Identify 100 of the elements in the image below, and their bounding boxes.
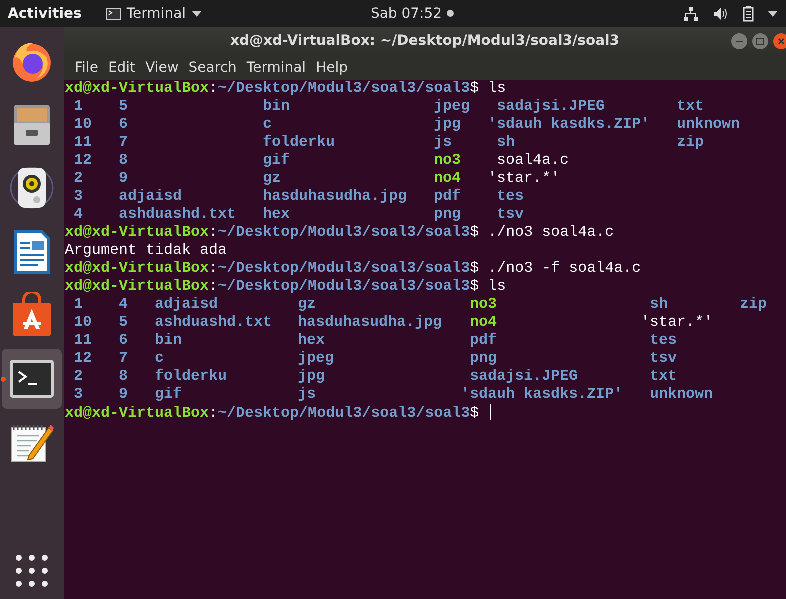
- executable-name: no3: [470, 296, 498, 314]
- directory-name: 4: [119, 296, 128, 314]
- prompt-line: xd@xd-VirtualBox:~/Desktop/Modul3/soal3/soal3$ ls: [65, 80, 506, 98]
- app-menu[interactable]: Terminal: [106, 6, 202, 22]
- prompt-line: xd@xd-VirtualBox:~/Desktop/Modul3/soal3/soal3$ ./no3 soal4a.c: [65, 224, 614, 242]
- document-icon[interactable]: [12, 228, 52, 276]
- menu-item[interactable]: Help: [311, 60, 353, 76]
- directory-name: 8: [119, 368, 128, 386]
- volume-icon[interactable]: [713, 6, 729, 20]
- app-grid-icon[interactable]: [16, 555, 48, 587]
- directory-name: 1: [74, 98, 84, 116]
- caret-icon: [192, 10, 202, 16]
- directory-name: jpeg: [434, 98, 470, 116]
- activities-button[interactable]: Activities: [8, 6, 82, 22]
- directory-name: sadajsi.JPEG: [497, 98, 606, 116]
- directory-name: hex: [298, 332, 326, 350]
- directory-name: adjaisd: [119, 188, 182, 206]
- file-name: 'star.*': [641, 314, 714, 332]
- directory-name: jpeg: [298, 350, 334, 368]
- directory-name: c: [263, 116, 272, 134]
- directory-name: tsv: [650, 350, 678, 368]
- battery-icon[interactable]: [743, 6, 754, 22]
- directory-name: pdf: [470, 332, 498, 350]
- prompt-line: xd@xd-VirtualBox:~/Desktop/Modul3/soal3/soal3$ ls: [65, 278, 506, 296]
- directory-name: txt: [650, 368, 678, 386]
- directory-name: hex: [263, 206, 290, 224]
- terminal-icon: [106, 8, 121, 20]
- minimize-button[interactable]: [731, 33, 748, 50]
- directory-name: 9: [119, 386, 128, 404]
- directory-name: unknown: [650, 386, 714, 404]
- network-icon[interactable]: [683, 6, 699, 22]
- prompt-line: xd@xd-VirtualBox:~/Desktop/Modul3/soal3/soal3$: [65, 404, 492, 423]
- directory-name: hasduhasudha.jpg: [263, 188, 408, 206]
- directory-name: 7: [119, 350, 128, 368]
- directory-name: bin: [263, 98, 290, 116]
- terminal-icon[interactable]: [9, 358, 55, 398]
- directory-name: 2: [74, 170, 84, 188]
- menu-item[interactable]: Search: [184, 60, 242, 76]
- directory-name: 4: [74, 206, 84, 224]
- directory-name: jpg: [298, 368, 326, 386]
- executable-name: no3: [434, 152, 462, 170]
- file-name: 'star.*': [488, 170, 560, 188]
- directory-name: 6: [119, 116, 128, 134]
- directory-name: gif: [263, 152, 290, 170]
- executable-name: no4: [434, 170, 462, 188]
- directory-name: zip: [740, 296, 768, 314]
- directory-name: sadajsi.JPEG: [470, 368, 578, 386]
- directory-name: tsv: [497, 206, 524, 224]
- directory-name: jpg: [434, 116, 462, 134]
- directory-name: 12: [74, 152, 92, 170]
- dot-icon: [447, 10, 454, 17]
- dock-item[interactable]: [2, 348, 62, 408]
- directory-name: tes: [650, 332, 678, 350]
- running-indicator: [1, 376, 6, 382]
- directory-name: pdf: [434, 188, 462, 206]
- directory-name: 5: [119, 98, 128, 116]
- menu-item[interactable]: File: [70, 60, 104, 76]
- maximize-button[interactable]: [752, 33, 769, 50]
- directory-name: 'sdauh kasdks.ZIP': [461, 386, 624, 404]
- directory-name: unknown: [677, 116, 740, 134]
- directory-name: 12: [74, 350, 92, 368]
- directory-name: 6: [119, 332, 128, 350]
- directory-name: 10: [74, 116, 92, 134]
- shopping-bag-icon[interactable]: [10, 292, 54, 338]
- executable-name: no4: [470, 314, 498, 332]
- directory-name: 3: [74, 386, 84, 404]
- directory-name: 9: [119, 170, 128, 188]
- directory-name: folderku: [263, 134, 336, 152]
- caret-icon[interactable]: [768, 10, 778, 16]
- menu-item[interactable]: Edit: [103, 60, 141, 76]
- directory-name: js: [298, 386, 316, 404]
- directory-name: hasduhasudha.jpg: [298, 314, 442, 332]
- directory-name: ashduashd.txt: [155, 314, 272, 332]
- directory-name: js: [434, 134, 452, 152]
- directory-name: 1: [74, 296, 84, 314]
- directory-name: 'sdauh kasdks.ZIP': [488, 116, 650, 134]
- directory-name: png: [434, 206, 462, 224]
- directory-name: bin: [155, 332, 182, 350]
- directory-name: 10: [74, 314, 92, 332]
- directory-name: tes: [497, 188, 524, 206]
- directory-name: 2: [74, 368, 84, 386]
- directory-name: folderku: [155, 368, 228, 386]
- close-button[interactable]: [773, 33, 786, 50]
- directory-name: 11: [74, 134, 92, 152]
- output-line: Argument tidak ada: [65, 242, 228, 260]
- directory-name: 11: [74, 332, 92, 350]
- directory-name: gz: [298, 296, 316, 314]
- menu-item[interactable]: View: [140, 60, 184, 76]
- directory-name: 3: [74, 188, 84, 206]
- menu-item[interactable]: Terminal: [242, 60, 312, 76]
- directory-name: zip: [677, 134, 704, 152]
- clock[interactable]: Sab 07:52: [370, 6, 454, 22]
- window-title: xd@xd-VirtualBox: ~/Desktop/Modul3/soal3/soal3: [230, 33, 620, 49]
- directory-name: gif: [155, 386, 182, 404]
- file-name: soal4a.c: [497, 152, 570, 170]
- directory-name: 7: [119, 134, 128, 152]
- directory-name: gz: [263, 170, 282, 188]
- speaker-icon[interactable]: [9, 165, 55, 211]
- file-cabinet-icon[interactable]: [12, 102, 52, 146]
- directory-name: txt: [677, 98, 704, 116]
